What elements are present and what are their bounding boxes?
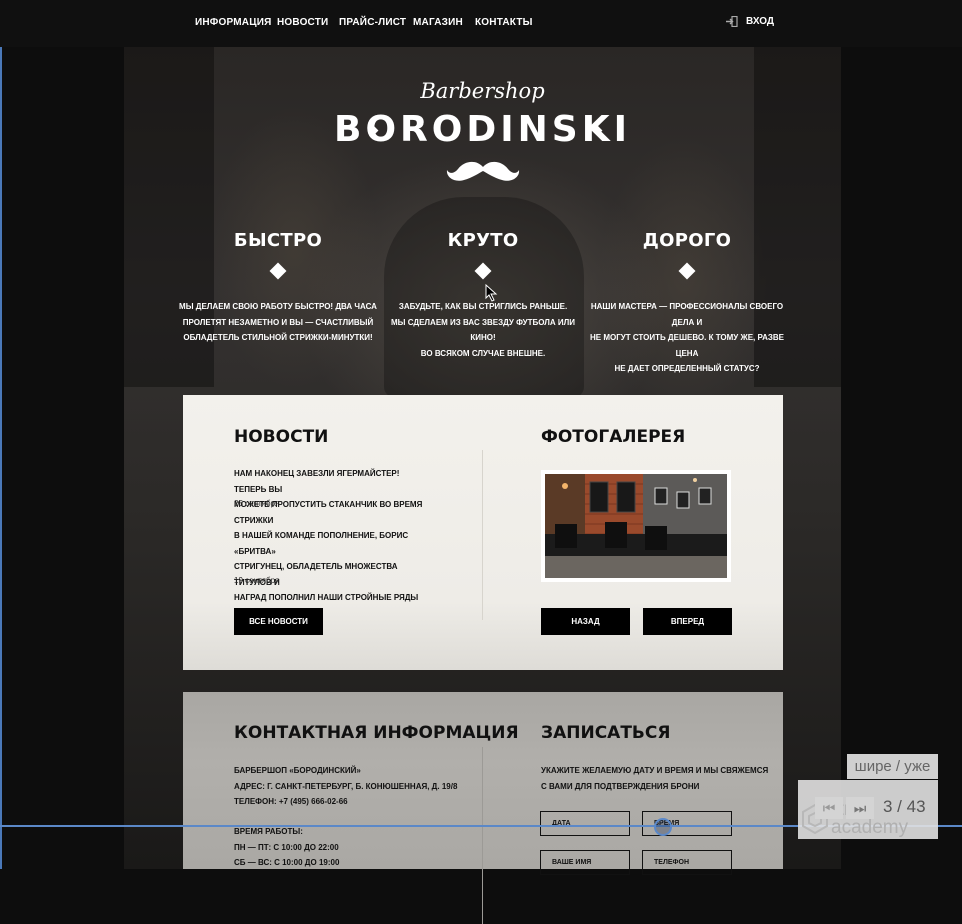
gallery-photo: [545, 474, 727, 578]
background-chair: [384, 197, 584, 397]
booking-title: ЗАПИСАТЬСЯ: [541, 723, 671, 743]
news-date: 25 сентября: [234, 499, 280, 508]
watermark-academy: academy: [831, 817, 909, 838]
gallery-photo-frame: [541, 470, 731, 582]
logo-script-text: Barbershop: [420, 79, 545, 103]
feature-text-fast: МЫ ДЕЛАЕМ СВОЮ РАБОТУ БЫСТРО! ДВА ЧАСА ПР…: [179, 302, 377, 342]
contacts-title: КОНТАКТНАЯ ИНФОРМАЦИЯ: [234, 723, 519, 743]
slide-counter: 3 / 43: [883, 797, 926, 816]
nav-item-contacts[interactable]: КОНТАКТЫ: [475, 17, 533, 28]
player-controls: html academy ⏮ ⏭ 3 / 43: [798, 780, 938, 839]
name-field[interactable]: ВАШЕ ИМЯ: [540, 850, 630, 875]
news-item[interactable]: НАМ НАКОНЕЦ ЗАВЕЗЛИ ЯГЕРМАЙСТЕР! ТЕПЕРЬ …: [234, 466, 434, 528]
feature-text-expensive: НАШИ МАСТЕРА — ПРОФЕССИОНАЛЫ СВОЕГО ДЕЛА…: [589, 302, 785, 373]
contacts-booking-panel: КОНТАКТНАЯ ИНФОРМАЦИЯ БАРБЕРШОП «БОРОДИН…: [183, 692, 783, 924]
feature-title-fast: БЫСТРО: [233, 230, 323, 251]
login-link[interactable]: ВХОД: [726, 16, 774, 27]
top-navigation: ИНФОРМАЦИЯ НОВОСТИ ПРАЙС-ЛИСТ МАГАЗИН КО…: [0, 0, 962, 47]
mustache-icon: [446, 161, 520, 181]
date-field[interactable]: ДАТА: [540, 811, 630, 836]
panel-divider: [482, 747, 483, 924]
phone-field[interactable]: ТЕЛЕФОН: [642, 850, 732, 875]
feature-diamond-fast: [269, 262, 287, 280]
nav-item-info[interactable]: ИНФОРМАЦИЯ: [195, 17, 272, 28]
mouse-cursor-icon: [485, 284, 498, 302]
nav-item-news[interactable]: НОВОСТИ: [277, 17, 328, 28]
player-progress-knob[interactable]: [654, 818, 672, 836]
skip-forward-icon: ⏭: [853, 799, 867, 816]
gallery-title: ФОТОГАЛЕРЕЯ: [541, 427, 686, 447]
contacts-info: БАРБЕРШОП «БОРОДИНСКИЙ» АДРЕС: Г. САНКТ-П…: [234, 766, 458, 806]
gallery-next-button[interactable]: ВПЕРЕД: [643, 608, 732, 635]
feature-title-expensive: ДОРОГО: [642, 230, 732, 251]
logo-main-text: BORODINSKI: [334, 109, 631, 150]
news-gallery-panel: НОВОСТИ НАМ НАКОНЕЦ ЗАВЕЗЛИ ЯГЕРМАЙСТЕР!…: [183, 395, 783, 670]
previous-slide-button[interactable]: ⏮: [815, 797, 843, 819]
feature-text-cool: ЗАБУДЬТЕ, КАК ВЫ СТРИГЛИСЬ РАНЬШЕ. МЫ СДЕ…: [391, 302, 575, 358]
all-news-button[interactable]: ВСЕ НОВОСТИ: [234, 608, 323, 635]
next-slide-button[interactable]: ⏭: [846, 797, 874, 819]
panel-divider: [482, 450, 483, 620]
login-label: ВХОД: [746, 16, 775, 27]
left-window-edge: [0, 0, 2, 869]
feature-diamond-expensive: [678, 262, 696, 280]
login-icon: [726, 16, 738, 27]
skip-back-icon: ⏮: [822, 799, 836, 816]
news-date: 19 сентября: [234, 576, 280, 585]
news-item[interactable]: В НАШЕЙ КОМАНДЕ ПОПОЛНЕНИЕ, БОРИС «БРИТВ…: [234, 528, 434, 606]
nav-item-price-list[interactable]: ПРАЙС-ЛИСТ: [339, 17, 406, 28]
gallery-prev-button[interactable]: НАЗАД: [541, 608, 630, 635]
feature-title-cool: КРУТО: [447, 230, 519, 251]
contacts-hours: ВРЕМЯ РАБОТЫ: ПН — ПТ: С 10:00 ДО 22:00 СБ…: [234, 827, 340, 867]
width-toggle-button[interactable]: шире / уже: [847, 754, 938, 779]
booking-description: УКАЖИТЕ ЖЕЛАЕМУЮ ДАТУ И ВРЕМЯ И МЫ СВЯЖЕ…: [541, 766, 769, 791]
news-title: НОВОСТИ: [234, 427, 329, 447]
nav-item-shop[interactable]: МАГАЗИН: [413, 17, 463, 28]
